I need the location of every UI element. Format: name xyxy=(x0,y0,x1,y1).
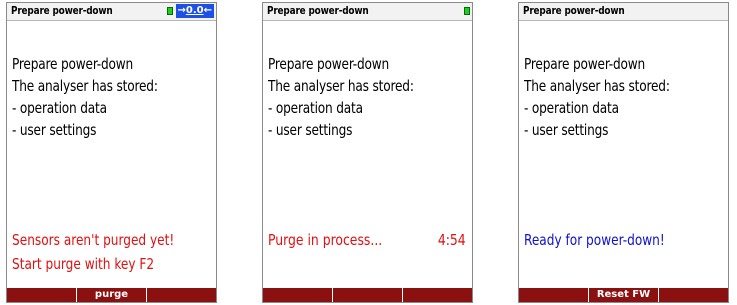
stored-item: - operation data xyxy=(524,99,619,117)
status-area xyxy=(464,4,470,18)
status-area: → 0.0 ← xyxy=(166,4,214,18)
screen-title: Prepare power-down xyxy=(523,4,625,17)
stored-item: - user settings xyxy=(268,121,353,139)
softkey-bar: purge xyxy=(7,288,216,302)
softkey-reset-fw[interactable]: Reset FW xyxy=(589,288,659,302)
device-screen-2: Prepare power-down Prepare power-down Th… xyxy=(262,2,473,303)
stored-item: - user settings xyxy=(12,121,97,139)
title-bar: Prepare power-down xyxy=(263,3,472,21)
message-line: Start purge with key F2 xyxy=(12,255,155,273)
softkey-f3[interactable] xyxy=(147,288,216,302)
stored-item: - operation data xyxy=(268,99,363,117)
status-message: Purge in process... 4:54 xyxy=(268,228,467,252)
heading-text: Prepare power-down xyxy=(12,55,134,73)
battery-icon xyxy=(464,7,470,15)
softkey-f1[interactable] xyxy=(263,288,333,302)
message-line: Purge in process... xyxy=(268,231,383,249)
heading-text: Prepare power-down xyxy=(524,55,646,73)
title-bar: Prepare power-down xyxy=(519,3,728,21)
stored-text: The analyser has stored: xyxy=(268,77,414,95)
stored-item: - user settings xyxy=(524,121,609,139)
status-message: Sensors aren't purged yet! Start purge w… xyxy=(12,228,211,276)
message-line: Ready for power-down! xyxy=(524,231,665,249)
title-bar: Prepare power-down → 0.0 ← xyxy=(7,3,216,21)
softkey-f3[interactable] xyxy=(659,288,728,302)
status-value: 0.0 xyxy=(185,5,204,16)
softkey-bar: Reset FW xyxy=(519,288,728,302)
softkey-f1[interactable] xyxy=(519,288,589,302)
message-line: Sensors aren't purged yet! xyxy=(12,231,175,249)
arrow-right-icon: → xyxy=(177,5,186,16)
heading-text: Prepare power-down xyxy=(268,55,390,73)
purge-timer: 4:54 xyxy=(437,231,466,249)
content-area: Prepare power-down The analyser has stor… xyxy=(524,53,723,141)
content-area: Prepare power-down The analyser has stor… xyxy=(268,53,467,141)
stored-text: The analyser has stored: xyxy=(524,77,670,95)
stored-text: The analyser has stored: xyxy=(12,77,158,95)
status-badge: → 0.0 ← xyxy=(175,4,214,18)
battery-icon xyxy=(166,7,173,15)
device-screen-3: Prepare power-down Prepare power-down Th… xyxy=(518,2,729,303)
softkey-purge[interactable]: purge xyxy=(77,288,147,302)
status-message: Ready for power-down! xyxy=(524,228,723,252)
screen-title: Prepare power-down xyxy=(11,4,113,17)
softkey-f3[interactable] xyxy=(403,288,472,302)
content-area: Prepare power-down The analyser has stor… xyxy=(12,53,211,141)
device-screen-1: Prepare power-down → 0.0 ← Prepare power… xyxy=(6,2,217,303)
screen-title: Prepare power-down xyxy=(267,4,369,17)
softkey-f1[interactable] xyxy=(7,288,77,302)
softkey-bar xyxy=(263,288,472,302)
back-arrow-icon: ← xyxy=(203,5,212,16)
softkey-f2[interactable] xyxy=(333,288,403,302)
stored-item: - operation data xyxy=(12,99,107,117)
